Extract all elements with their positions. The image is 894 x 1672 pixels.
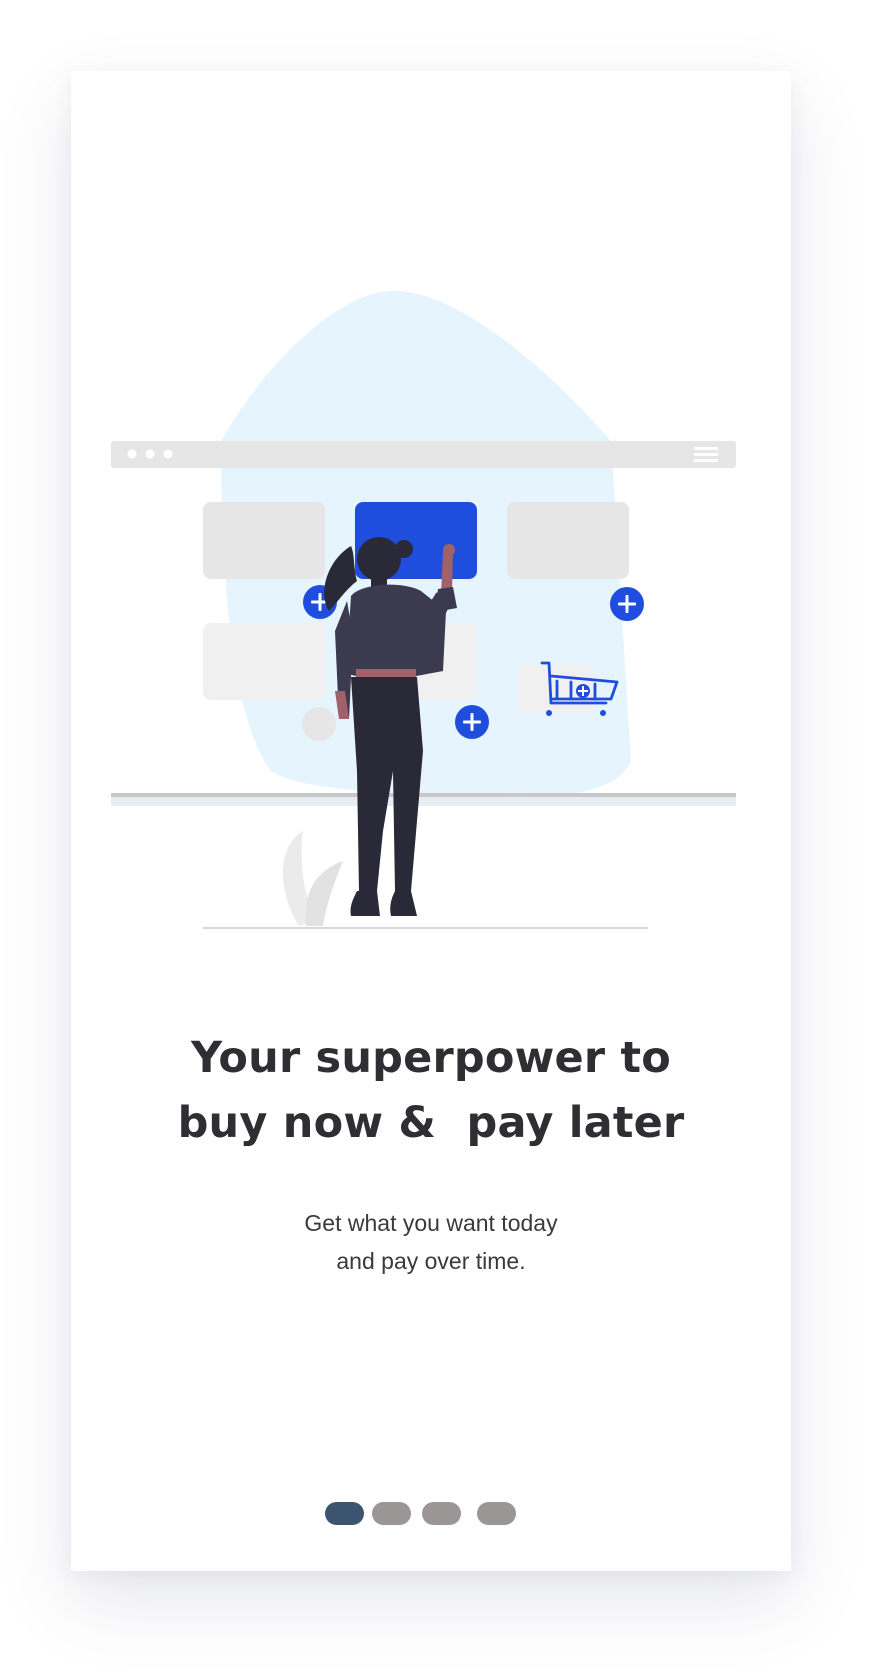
product-card[interactable] — [203, 623, 325, 700]
hamburger-menu-icon[interactable] — [694, 447, 718, 462]
onboarding-screen: Your superpower to buy now & pay later G… — [71, 71, 791, 1571]
page-subtitle: Get what you want today and pay over tim… — [71, 1204, 791, 1280]
page-indicator-dot-1[interactable] — [325, 1502, 364, 1525]
title-line-2: buy now & pay later — [177, 1098, 685, 1148]
plant-leaf — [305, 861, 343, 926]
page-indicator-dot-3[interactable] — [422, 1502, 461, 1525]
page-title: Your superpower to buy now & pay later — [71, 1026, 791, 1156]
plus-icon[interactable] — [610, 587, 644, 621]
title-line-1: Your superpower to — [191, 1033, 671, 1083]
product-card[interactable] — [507, 502, 629, 579]
shelf — [111, 793, 736, 797]
plus-icon[interactable] — [455, 705, 489, 739]
subtitle-line-2: and pay over time. — [336, 1248, 526, 1274]
browser-toolbar — [111, 441, 736, 468]
product-card[interactable] — [203, 502, 325, 579]
decorative-circle — [302, 707, 336, 741]
page-indicator-dot-2[interactable] — [372, 1502, 411, 1525]
window-dot-icon — [145, 449, 155, 459]
shopping-illustration — [111, 290, 736, 929]
window-dot-icon — [163, 449, 173, 459]
shelf-shadow — [111, 796, 736, 806]
subtitle-line-1: Get what you want today — [304, 1210, 558, 1236]
window-dot-icon — [127, 449, 137, 459]
page-indicator — [71, 1502, 791, 1526]
page-indicator-dot-4[interactable] — [477, 1502, 516, 1525]
floor-line — [203, 927, 648, 929]
